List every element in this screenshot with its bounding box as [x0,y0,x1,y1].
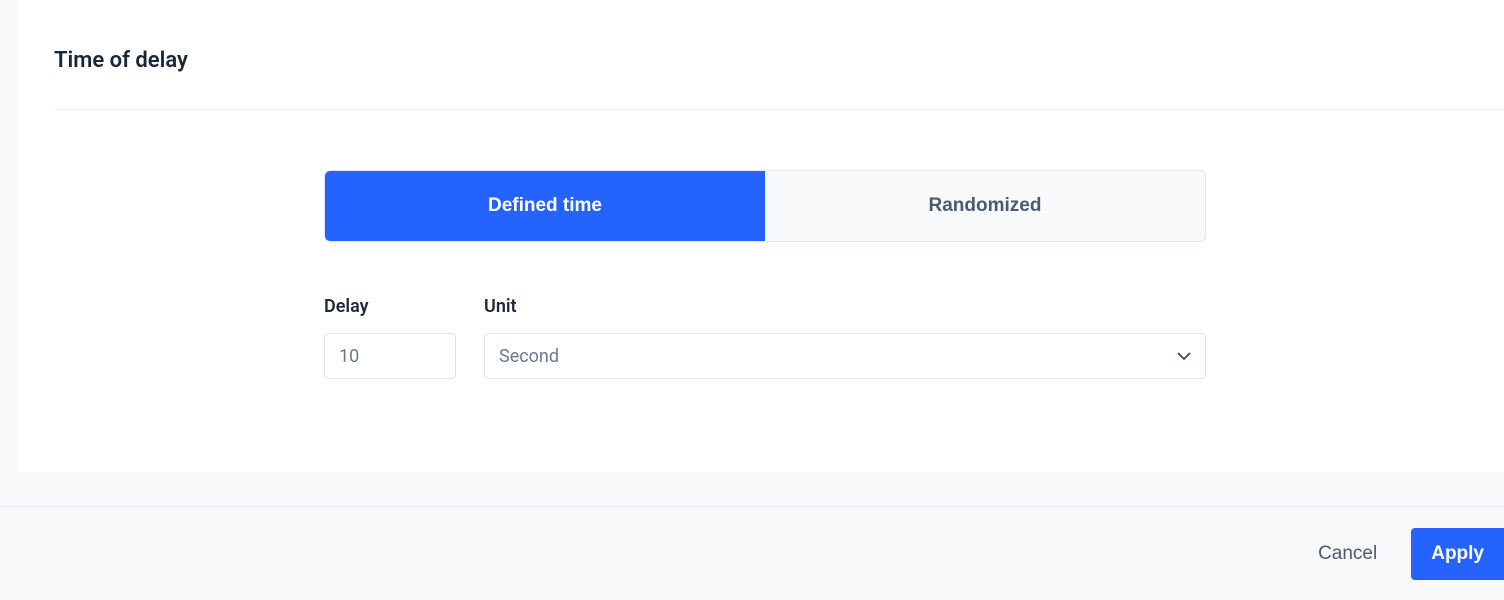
delay-input[interactable] [324,333,456,379]
unit-field-group: Unit Second [484,296,1206,379]
apply-button[interactable]: Apply [1411,528,1504,580]
footer-bar: Cancel Apply [0,506,1504,600]
tab-defined-time[interactable]: Defined time [325,171,765,241]
card-title: Time of delay [54,48,1484,73]
delay-field-group: Delay [324,296,456,379]
delay-label: Delay [324,296,456,317]
form-row: Delay Unit Second [324,296,1444,379]
apply-button-label: Apply [1431,543,1484,564]
delay-mode-segmented: Defined time Randomized [324,170,1206,242]
time-of-delay-card: Time of delay Defined time Randomized De… [18,0,1504,472]
unit-select-value: Second [499,346,559,367]
tab-randomized-label: Randomized [929,195,1042,217]
cancel-button[interactable]: Cancel [1312,533,1383,575]
tab-randomized[interactable]: Randomized [765,171,1205,241]
content-area: Defined time Randomized Delay Unit Secon… [54,110,1484,379]
tab-defined-time-label: Defined time [488,195,602,217]
chevron-down-icon [1177,349,1191,363]
unit-label: Unit [484,296,1206,317]
unit-select[interactable]: Second [484,333,1206,379]
cancel-button-label: Cancel [1318,543,1377,564]
